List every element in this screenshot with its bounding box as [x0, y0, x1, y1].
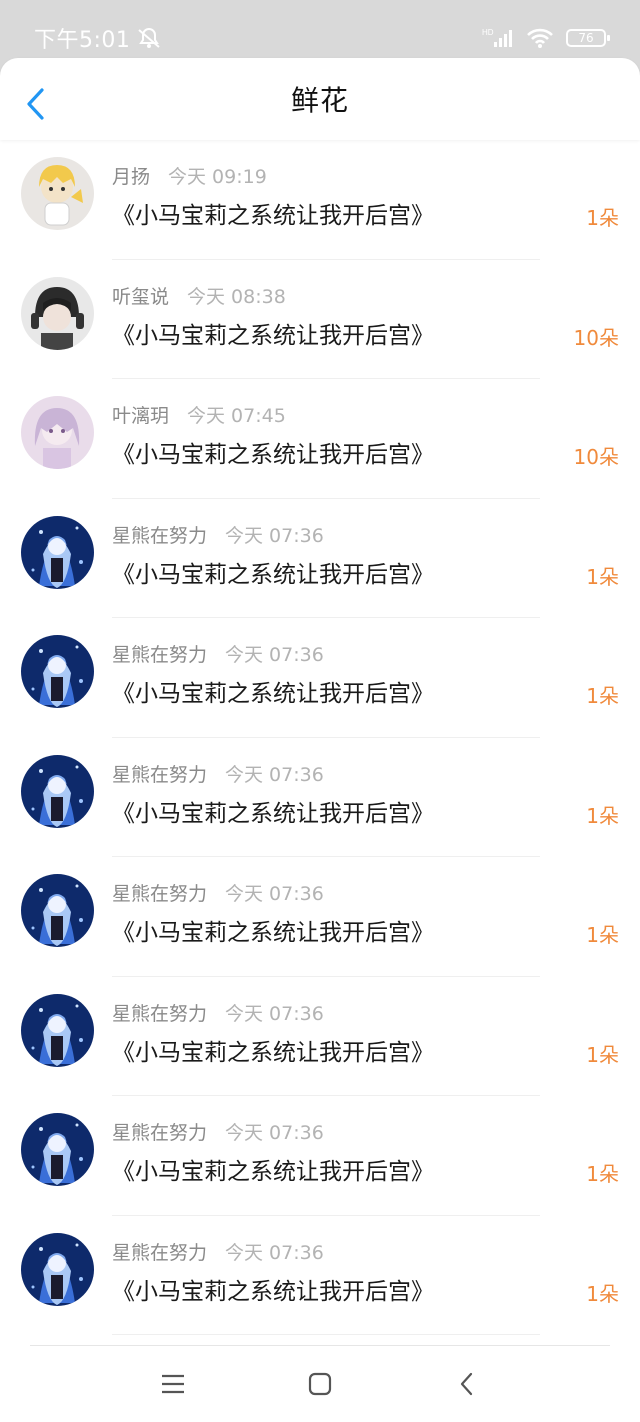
- page-title: 鲜花: [290, 84, 349, 117]
- user-name[interactable]: 星熊在努力: [112, 1238, 207, 1265]
- blue-anime-girl-avatar[interactable]: [21, 874, 94, 947]
- home-button[interactable]: [290, 1354, 350, 1414]
- flower-count: 1朵: [586, 1162, 619, 1186]
- book-title[interactable]: 《小马宝莉之系统让我开后宫》: [112, 316, 434, 350]
- back-button[interactable]: [20, 84, 50, 124]
- flower-count: 10朵: [573, 445, 619, 469]
- book-title[interactable]: 《小马宝莉之系统让我开后宫》: [112, 794, 434, 828]
- item-meta: 叶漓玥 今天 07:45: [112, 401, 286, 428]
- book-title[interactable]: 《小马宝莉之系统让我开后宫》: [112, 1033, 434, 1067]
- list-item[interactable]: 星熊在努力 今天 07:36 《小马宝莉之系统让我开后宫》 1朵: [0, 738, 640, 857]
- blue-anime-girl-avatar[interactable]: [21, 515, 94, 589]
- item-meta: 星熊在努力 今天 07:36: [112, 521, 324, 548]
- divider: [112, 1334, 540, 1335]
- blue-anime-girl-avatar[interactable]: [21, 1113, 94, 1186]
- item-meta: 星熊在努力 今天 07:36: [112, 879, 324, 906]
- flower-count: 1朵: [586, 564, 619, 589]
- user-name[interactable]: 听玺说: [112, 282, 169, 309]
- list-item[interactable]: 星熊在努力 今天 07:36 《小马宝莉之系统让我开后宫》 1朵: [0, 618, 640, 738]
- list-item[interactable]: 叶漓玥 今天 07:45 《小马宝莉之系统让我开后宫》 10朵: [0, 379, 640, 499]
- battery-icon: 76: [566, 29, 610, 47]
- purple-anime-girl-avatar[interactable]: [21, 396, 94, 469]
- user-name[interactable]: 叶漓玥: [112, 401, 169, 428]
- header: 鲜花: [0, 58, 640, 140]
- menu-button[interactable]: [143, 1354, 203, 1414]
- flower-count: 1朵: [586, 803, 619, 828]
- list-item[interactable]: 星熊在努力 今天 07:36 《小马宝莉之系统让我开后宫》 1朵: [0, 499, 640, 618]
- user-name[interactable]: 星熊在努力: [112, 640, 207, 667]
- wifi-icon: [526, 27, 554, 49]
- item-meta: 星熊在努力 今天 07:36: [112, 1238, 324, 1265]
- timestamp: 今天 07:36: [225, 1122, 324, 1144]
- status-right: HD 76: [482, 27, 610, 49]
- list-item[interactable]: 星熊在努力 今天 07:36 《小马宝莉之系统让我开后宫》 1朵: [0, 977, 640, 1096]
- flower-list: 月扬 今天 09:19 《小马宝莉之系统让我开后宫》 1朵 听玺说 今天 08:…: [0, 140, 640, 1335]
- book-title[interactable]: 《小马宝莉之系统让我开后宫》: [112, 1272, 434, 1306]
- blue-anime-girl-avatar[interactable]: [21, 1232, 94, 1306]
- flower-count: 10朵: [573, 325, 619, 350]
- flower-count: 1朵: [586, 923, 619, 947]
- menu-icon: [162, 1374, 185, 1394]
- book-title[interactable]: 《小马宝莉之系统让我开后宫》: [112, 555, 434, 589]
- timestamp: 今天 08:38: [187, 285, 286, 308]
- flower-count: 1朵: [586, 1281, 619, 1306]
- timestamp: 今天 07:45: [187, 405, 286, 427]
- user-name[interactable]: 星熊在努力: [112, 760, 207, 787]
- back-nav-button[interactable]: [437, 1354, 497, 1414]
- item-meta: 月扬 今天 09:19: [112, 162, 267, 189]
- book-title[interactable]: 《小马宝莉之系统让我开后宫》: [112, 913, 434, 947]
- blue-anime-girl-avatar[interactable]: [21, 635, 94, 708]
- timestamp: 今天 07:36: [225, 763, 324, 786]
- book-title[interactable]: 《小马宝莉之系统让我开后宫》: [112, 435, 434, 469]
- back-icon: [460, 1372, 472, 1396]
- user-name[interactable]: 月扬: [112, 162, 150, 189]
- home-icon: [308, 1372, 332, 1396]
- timestamp: 今天 07:36: [225, 644, 324, 666]
- flower-count: 1朵: [586, 684, 619, 708]
- book-title[interactable]: 《小马宝莉之系统让我开后宫》: [112, 196, 434, 230]
- user-name[interactable]: 星熊在努力: [112, 879, 207, 906]
- item-meta: 星熊在努力 今天 07:36: [112, 640, 324, 667]
- user-name[interactable]: 星熊在努力: [112, 521, 207, 548]
- timestamp: 今天 07:36: [225, 524, 324, 547]
- signal-icon: HD: [482, 27, 514, 49]
- book-title[interactable]: 《小马宝莉之系统让我开后宫》: [112, 674, 434, 708]
- item-meta: 星熊在努力 今天 07:36: [112, 760, 324, 787]
- item-meta: 听玺说 今天 08:38: [112, 282, 286, 309]
- nav-bar: [0, 1346, 640, 1422]
- timestamp: 今天 07:36: [225, 1002, 324, 1025]
- user-name[interactable]: 星熊在努力: [112, 999, 207, 1026]
- list-item[interactable]: 月扬 今天 09:19 《小马宝莉之系统让我开后宫》 1朵: [0, 140, 640, 260]
- mute-icon: [136, 27, 162, 49]
- timestamp: 今天 07:36: [225, 883, 324, 905]
- timestamp: 今天 07:36: [225, 1241, 324, 1264]
- list-item[interactable]: 听玺说 今天 08:38 《小马宝莉之系统让我开后宫》 10朵: [0, 260, 640, 379]
- battery-level: 76: [578, 31, 594, 45]
- item-meta: 星熊在努力 今天 07:36: [112, 1118, 324, 1145]
- status-left: 下午5:01: [34, 22, 162, 54]
- list-item[interactable]: 星熊在努力 今天 07:36 《小马宝莉之系统让我开后宫》 1朵: [0, 1096, 640, 1216]
- flower-count: 1朵: [586, 1042, 619, 1067]
- flower-count: 1朵: [586, 206, 619, 230]
- headphones-boy-avatar[interactable]: [21, 276, 94, 350]
- book-title[interactable]: 《小马宝莉之系统让我开后宫》: [112, 1152, 434, 1186]
- user-name[interactable]: 星熊在努力: [112, 1118, 207, 1145]
- timestamp: 今天 09:19: [168, 166, 267, 188]
- status-time: 下午5:01: [34, 28, 131, 53]
- item-meta: 星熊在努力 今天 07:36: [112, 999, 324, 1026]
- network-label: HD: [482, 28, 494, 37]
- list-item[interactable]: 星熊在努力 今天 07:36 《小马宝莉之系统让我开后宫》 1朵: [0, 857, 640, 977]
- blue-anime-girl-avatar[interactable]: [21, 754, 94, 828]
- blue-anime-girl-avatar[interactable]: [21, 993, 94, 1067]
- blonde-anime-avatar[interactable]: [21, 157, 94, 230]
- chevron-left-icon: [27, 88, 44, 120]
- list-item[interactable]: 星熊在努力 今天 07:36 《小马宝莉之系统让我开后宫》 1朵: [0, 1216, 640, 1335]
